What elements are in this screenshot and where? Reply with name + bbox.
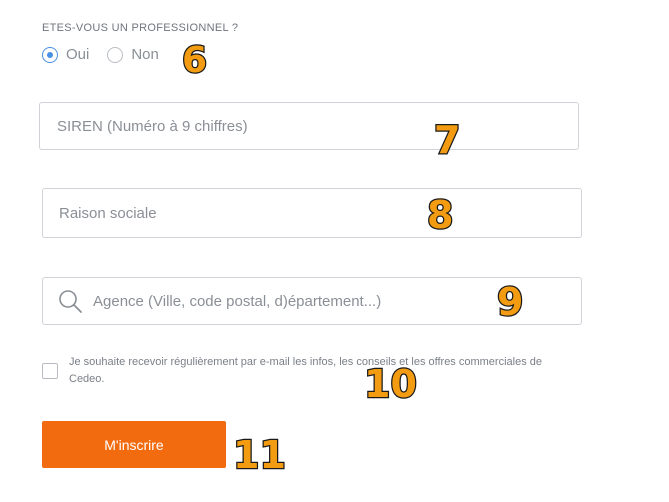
annotation-11: 11 [232, 433, 287, 477]
professional-question-label: ETES-VOUS UN PROFESSIONNEL ? [42, 22, 239, 34]
radio-oui[interactable]: Oui [42, 46, 89, 63]
raison-sociale-field [42, 188, 582, 238]
radio-non[interactable]: Non [107, 46, 159, 63]
submit-button[interactable]: M'inscrire [42, 421, 226, 468]
radio-non-label: Non [131, 46, 159, 63]
annotation-8: 8 [426, 193, 455, 237]
siren-field [39, 102, 579, 150]
radio-oui-control[interactable] [42, 46, 58, 63]
radio-non-control[interactable] [107, 46, 124, 63]
search-icon [59, 290, 82, 313]
siren-input[interactable] [40, 102, 578, 150]
raison-sociale-input[interactable] [43, 188, 581, 238]
annotation-6: 6 [181, 40, 209, 81]
newsletter-checkbox[interactable] [42, 363, 58, 379]
annotation-7: 7 [433, 118, 462, 162]
newsletter-consent: Je souhaite recevoir régulièrement par e… [42, 354, 579, 388]
radio-oui-label: Oui [66, 46, 90, 63]
professional-radio-group: Oui Non [42, 46, 177, 63]
radio-selected-dot [47, 51, 53, 58]
registration-form: ETES-VOUS UN PROFESSIONNEL ? Oui Non Je … [0, 0, 669, 502]
annotation-10: 10 [363, 362, 418, 406]
annotation-9: 9 [496, 280, 525, 324]
newsletter-consent-text: Je souhaite recevoir régulièrement par e… [69, 356, 543, 385]
